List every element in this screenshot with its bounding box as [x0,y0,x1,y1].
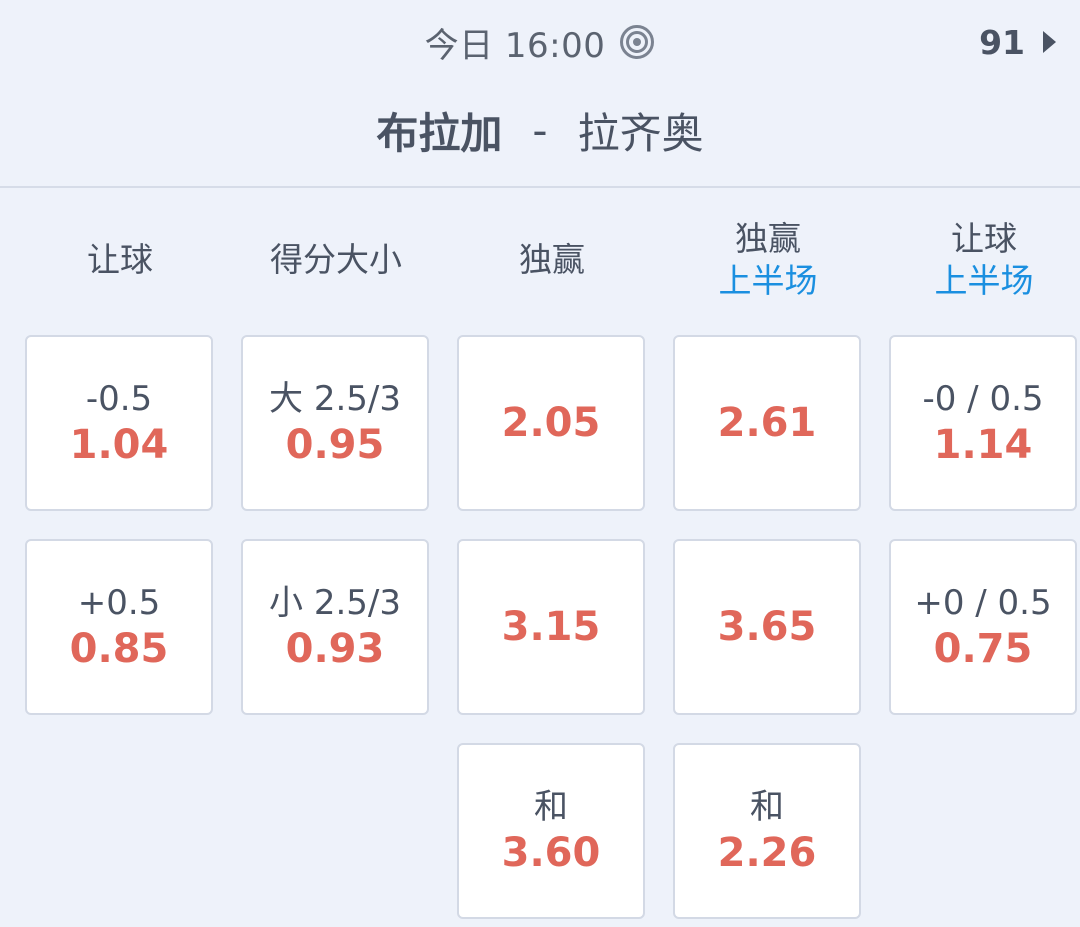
odds-value: 3.15 [501,604,601,650]
odds-cell-handicap-home[interactable]: -0.5 1.04 [25,335,213,511]
odds-value: 0.75 [933,626,1033,672]
draw-label: 和 [750,787,784,827]
odds-cell-ht-win-away[interactable]: 3.65 [673,539,861,715]
column-title: 让球 [87,240,153,279]
home-team: 布拉加 [376,108,503,158]
odds-cell-ht-win-home[interactable]: 2.61 [673,335,861,511]
match-time: 今日 16:00 [424,25,606,66]
odds-value: 0.93 [285,626,385,672]
column-subtitle: 上半场 [718,261,818,300]
odds-cell-ht-win-draw[interactable]: 和 2.26 [673,743,861,919]
teams-row: 布拉加 - 拉齐奥 [0,100,1080,160]
more-markets-button[interactable]: 91 [979,18,1056,66]
column-subtitle: 上半场 [934,261,1034,300]
handicap-line: +0.5 [77,583,161,623]
odds-value: 1.04 [69,422,169,468]
odds-value: 3.65 [717,604,817,650]
column-header-moneyline: 独赢 [457,210,647,310]
odds-cell-ht-handicap-away[interactable]: +0 / 0.5 0.75 [889,539,1077,715]
odds-cell-ht-handicap-home[interactable]: -0 / 0.5 1.14 [889,335,1077,511]
odds-cell-win-away[interactable]: 3.15 [457,539,645,715]
team-separator: - [532,105,548,155]
handicap-line: -0.5 [85,379,153,419]
odds-value: 0.95 [285,422,385,468]
match-time-row: 今日 16:00 [0,18,1080,66]
column-title: 独赢 [735,219,801,258]
column-header-ht-handicap: 让球 上半场 [889,210,1079,310]
chevron-right-icon [1043,31,1056,53]
column-title: 独赢 [519,240,585,279]
column-header-handicap: 让球 [25,210,215,310]
market-count: 91 [979,22,1025,62]
total-line: 大 2.5/3 [269,379,401,419]
away-team: 拉齐奥 [577,108,704,158]
live-broadcast-icon[interactable] [619,24,655,60]
draw-label: 和 [534,787,568,827]
odds-value: 1.14 [933,422,1033,468]
odds-value: 2.05 [501,400,601,446]
total-line: 小 2.5/3 [269,583,401,623]
column-title: 得分大小 [270,240,402,279]
odds-cell-total-over[interactable]: 大 2.5/3 0.95 [241,335,429,511]
handicap-line: +0 / 0.5 [914,583,1052,623]
column-title: 让球 [951,219,1017,258]
odds-value: 3.60 [501,830,601,876]
odds-cell-win-draw[interactable]: 和 3.60 [457,743,645,919]
odds-value: 2.61 [717,400,817,446]
odds-cell-handicap-away[interactable]: +0.5 0.85 [25,539,213,715]
header-divider [0,186,1080,188]
odds-value: 0.85 [69,626,169,672]
odds-cell-total-under[interactable]: 小 2.5/3 0.93 [241,539,429,715]
match-header: 今日 16:00 91 布拉加 - 拉齐奥 [0,0,1080,188]
odds-cell-win-home[interactable]: 2.05 [457,335,645,511]
column-header-ht-moneyline: 独赢 上半场 [673,210,863,310]
handicap-line: -0 / 0.5 [922,379,1044,419]
column-header-total: 得分大小 [241,210,431,310]
odds-value: 2.26 [717,830,817,876]
